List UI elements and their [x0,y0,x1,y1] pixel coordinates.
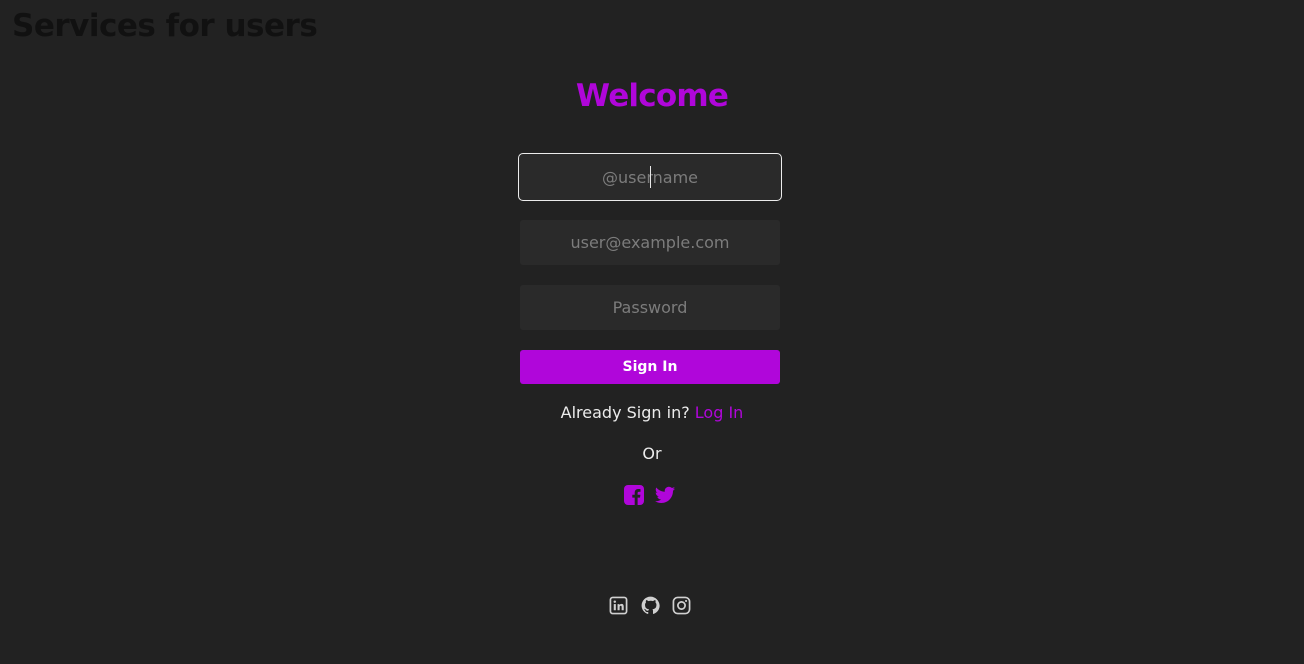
or-separator: Or [642,444,662,463]
twitter-icon[interactable] [654,484,676,506]
login-link[interactable]: Log In [695,403,744,422]
linkedin-icon[interactable] [609,596,628,615]
facebook-icon[interactable] [623,484,645,506]
instagram-icon[interactable] [672,596,691,615]
signup-page: Services for users Welcome Sign In Alrea… [0,0,1304,664]
email-input[interactable] [520,220,780,265]
sign-in-button[interactable]: Sign In [520,350,780,384]
password-input[interactable] [520,285,780,330]
welcome-heading: Welcome [575,78,729,114]
text-caret [650,166,651,188]
already-text: Already Sign in? [560,403,690,422]
login-prompt: Already Sign in? Log In [0,402,1304,424]
app-title: Services for users [12,8,318,44]
github-icon[interactable] [641,596,660,615]
